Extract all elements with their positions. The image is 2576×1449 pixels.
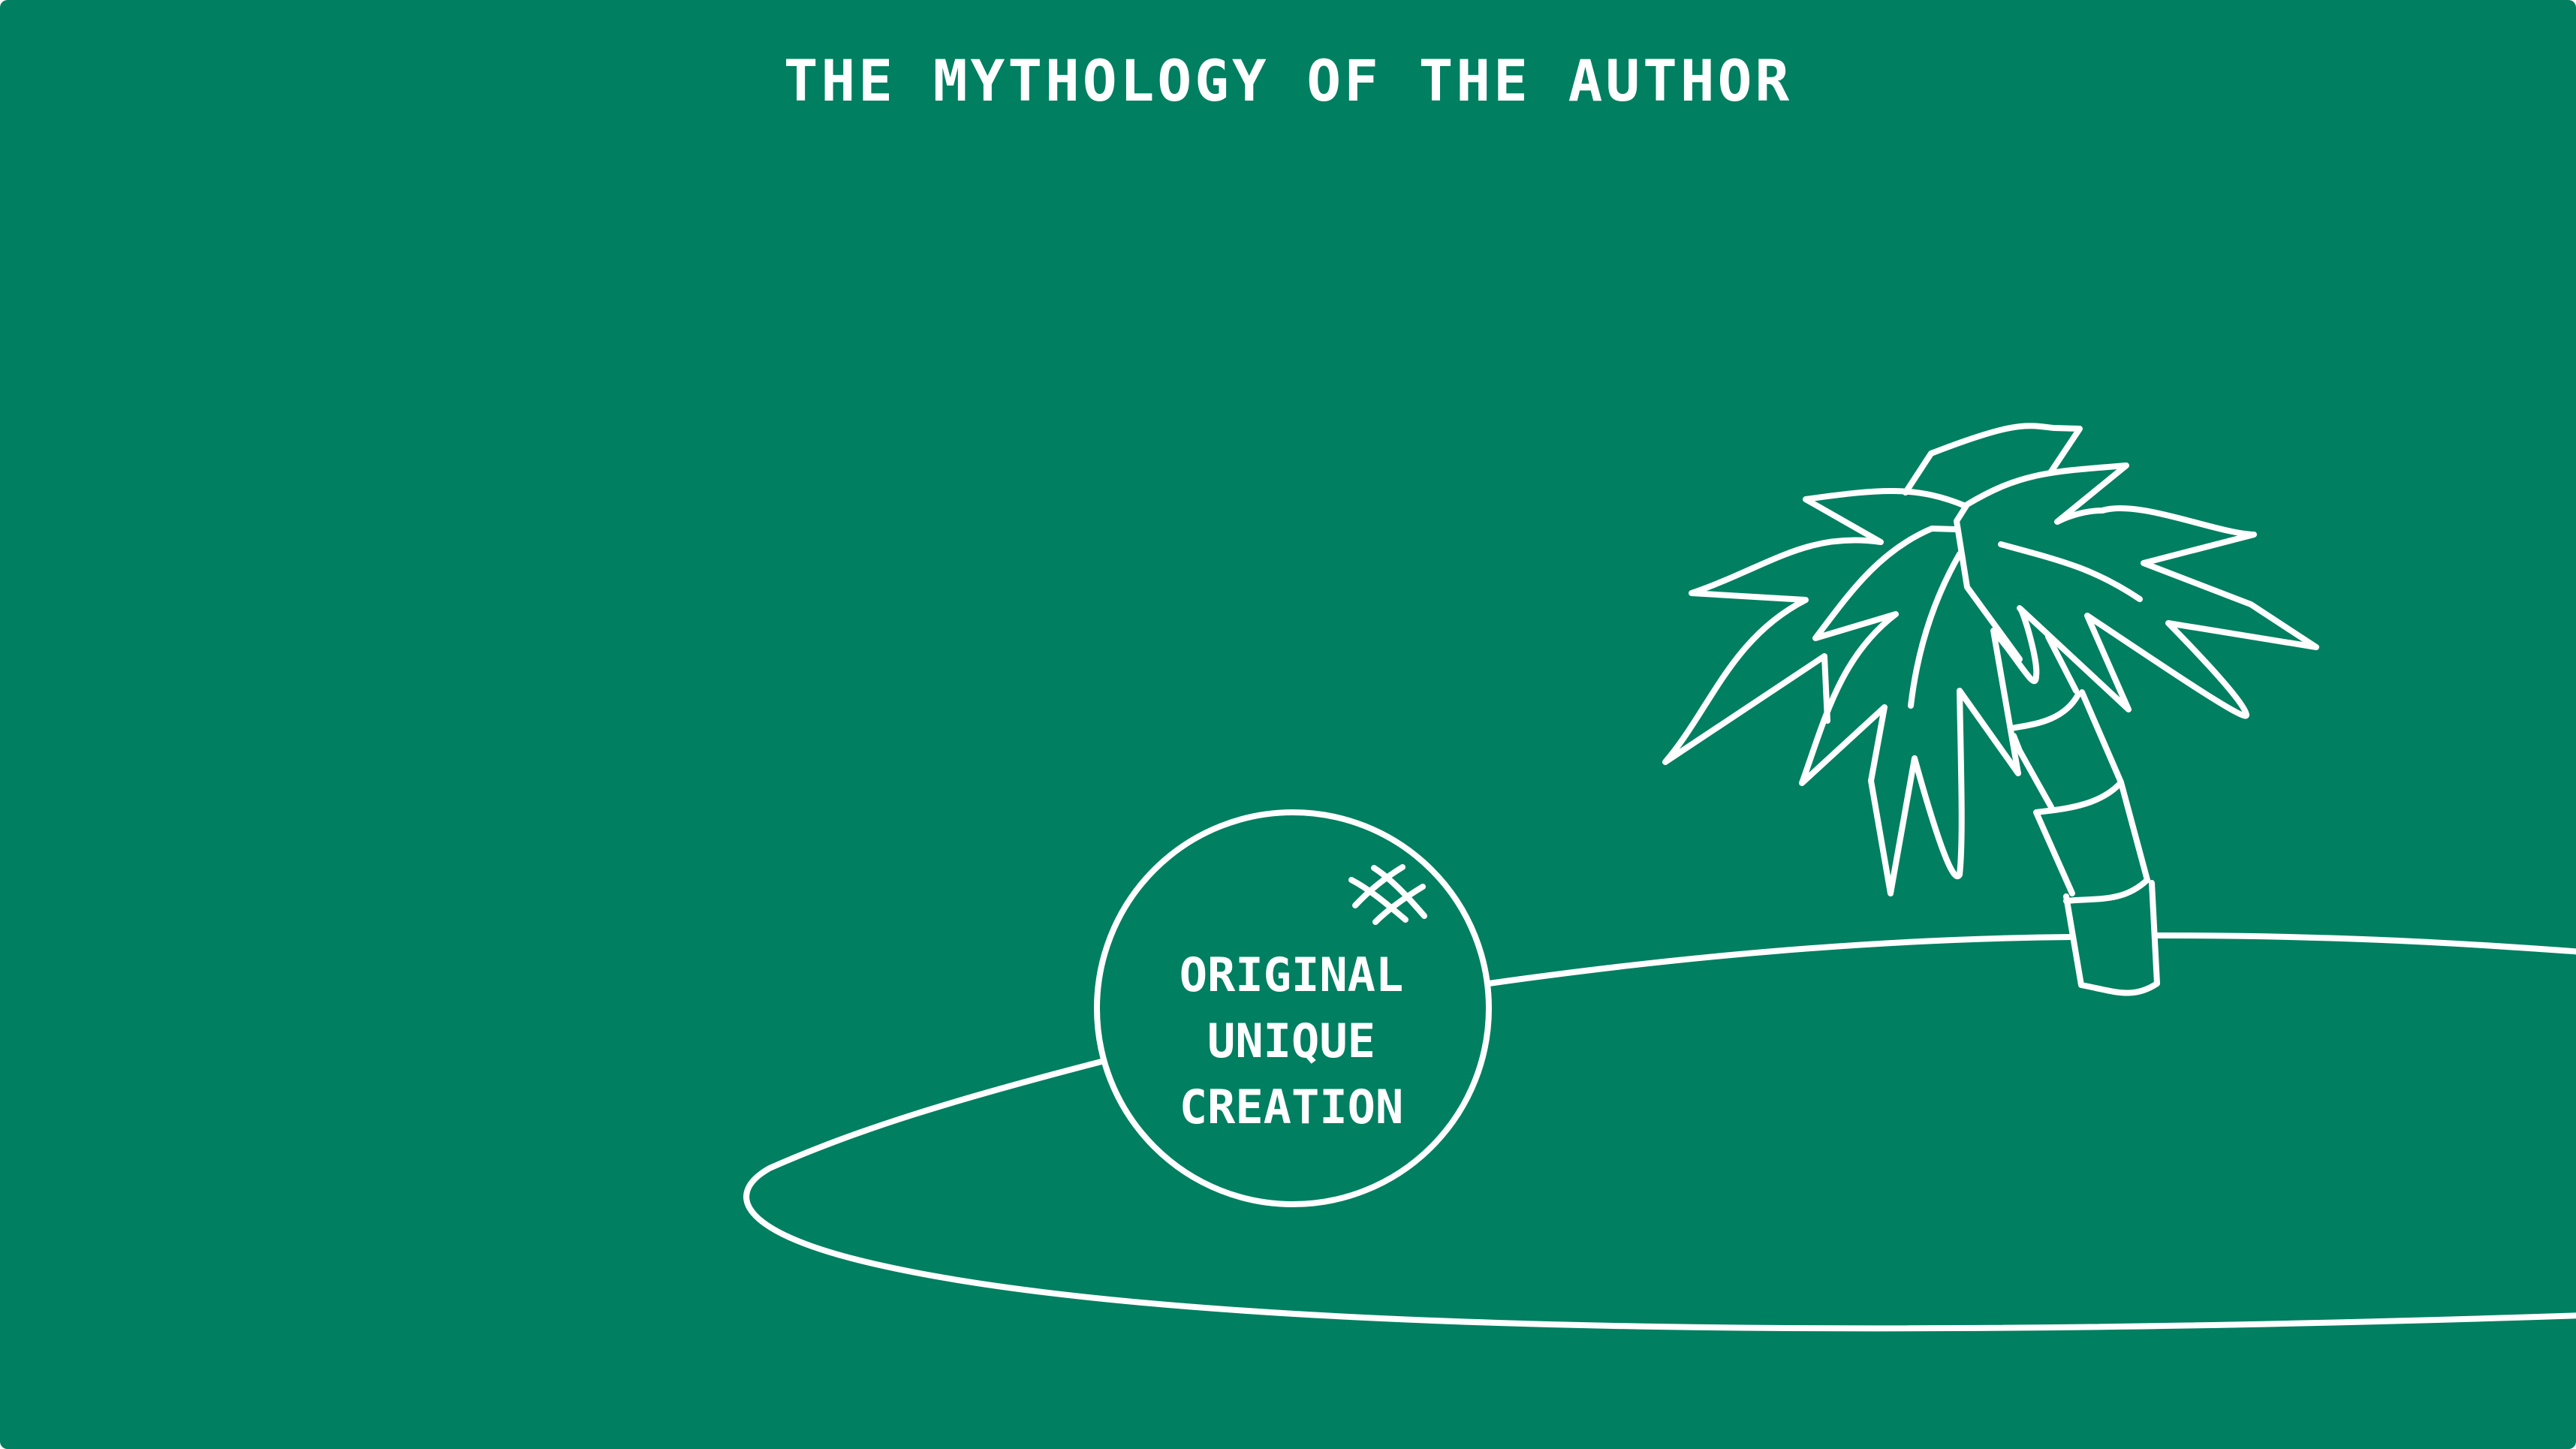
node-label-line: CREATION bbox=[1179, 1080, 1404, 1134]
diagram-canvas: THE MYTHOLOGY OF THE AUTHOR ORIGINAL UNI… bbox=[0, 0, 2576, 1449]
node-label: ORIGINAL UNIQUE CREATION bbox=[1096, 942, 1487, 1140]
node-label-line: ORIGINAL bbox=[1179, 947, 1404, 1002]
page-title: THE MYTHOLOGY OF THE AUTHOR bbox=[783, 47, 1793, 114]
node-label-line: UNIQUE bbox=[1207, 1014, 1375, 1068]
background bbox=[0, 0, 2576, 1449]
island-illustration bbox=[0, 0, 2576, 1449]
